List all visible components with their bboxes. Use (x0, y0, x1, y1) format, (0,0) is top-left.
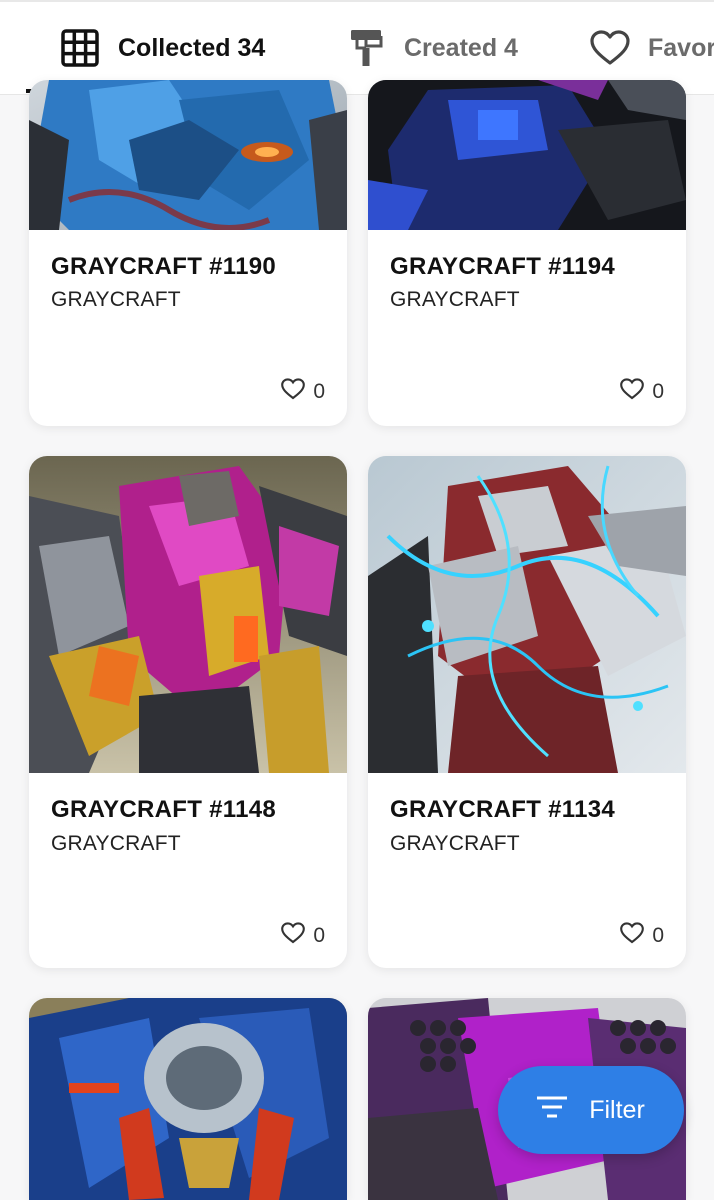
nft-image[interactable] (29, 456, 347, 773)
like-count: 0 (652, 924, 664, 947)
tab-created-label: Created 4 (404, 33, 518, 62)
nft-card[interactable]: GRAYCRAFT #1134 GRAYCRAFT 0 (368, 456, 686, 968)
nft-collection: GRAYCRAFT (51, 288, 181, 311)
heart-icon (590, 28, 630, 68)
like-count: 0 (652, 380, 664, 403)
nft-card[interactable] (29, 998, 347, 1200)
heart-icon (281, 378, 306, 406)
like-button[interactable]: 0 (281, 378, 325, 406)
nft-card[interactable]: GRAYCRAFT #1194 GRAYCRAFT 0 (368, 80, 686, 426)
tab-collected-label: Collected 34 (118, 33, 266, 62)
filter-button[interactable]: Filter (498, 1066, 684, 1154)
nft-title: GRAYCRAFT #1190 (51, 253, 277, 280)
nft-collection: GRAYCRAFT (390, 832, 520, 855)
tab-favorites-label: Favorites (648, 33, 714, 62)
like-count: 0 (313, 380, 325, 403)
paint-roller-icon (346, 28, 386, 68)
nft-collection: GRAYCRAFT (51, 832, 181, 855)
nft-image[interactable] (368, 456, 686, 773)
grid-icon (60, 28, 100, 68)
filter-lines-icon (537, 1096, 568, 1125)
filter-label: Filter (589, 1095, 645, 1124)
like-count: 0 (313, 924, 325, 947)
heart-icon (620, 922, 645, 950)
nft-collection: GRAYCRAFT (390, 288, 520, 311)
heart-icon (620, 378, 645, 406)
heart-icon (281, 922, 306, 950)
nft-image[interactable] (368, 80, 686, 230)
nft-title: GRAYCRAFT #1134 (390, 796, 616, 823)
nft-title: GRAYCRAFT #1194 (390, 253, 616, 280)
nft-image[interactable] (29, 80, 347, 230)
nft-image[interactable] (29, 998, 347, 1200)
like-button[interactable]: 0 (281, 922, 325, 950)
like-button[interactable]: 0 (620, 378, 664, 406)
like-button[interactable]: 0 (620, 922, 664, 950)
nft-title: GRAYCRAFT #1148 (51, 796, 277, 823)
nft-card[interactable]: GRAYCRAFT #1190 GRAYCRAFT 0 (29, 80, 347, 426)
nft-card[interactable]: GRAYCRAFT #1148 GRAYCRAFT 0 (29, 456, 347, 968)
